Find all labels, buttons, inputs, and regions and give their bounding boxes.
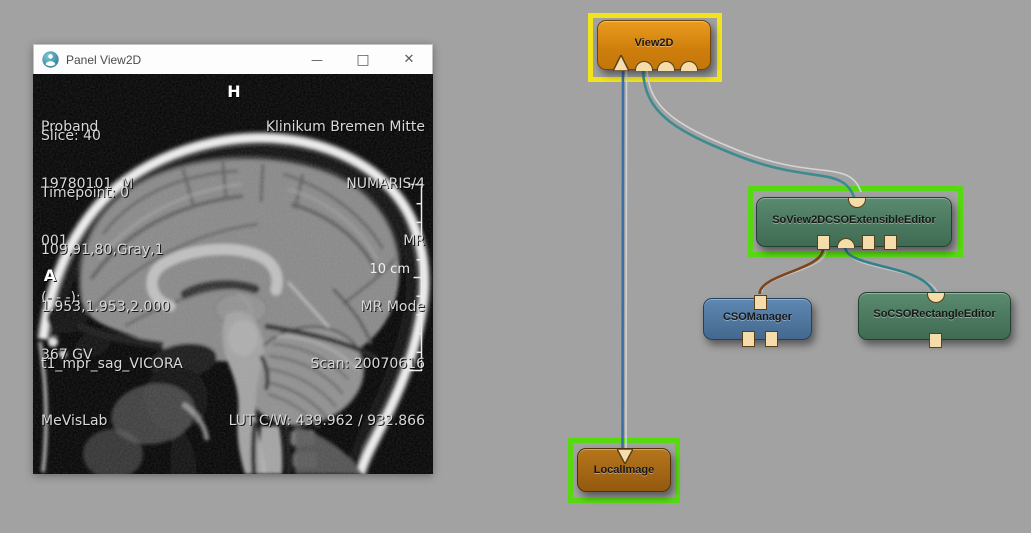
window-title: Panel View2D bbox=[66, 53, 141, 67]
overlay-line: Klinikum Bremen Mitte bbox=[266, 118, 425, 137]
maximize-icon[interactable]: □ bbox=[340, 45, 386, 74]
connection-highlight bbox=[848, 251, 939, 298]
overlay-line: MeVisLab bbox=[41, 412, 183, 431]
connector-triangle-output-image[interactable] bbox=[617, 449, 633, 464]
connection-view2d-localimage[interactable] bbox=[623, 70, 624, 452]
connector-square-input[interactable] bbox=[862, 235, 875, 250]
minimize-icon[interactable]: — bbox=[294, 45, 340, 74]
connector-square-input[interactable] bbox=[742, 331, 755, 347]
overlay-line: MR bbox=[266, 232, 425, 251]
connector-dome-output-top[interactable] bbox=[927, 293, 945, 303]
mevislab-logo-icon bbox=[42, 51, 59, 68]
overlay-line: NUMARIS/4 bbox=[266, 175, 425, 194]
view2d-viewport[interactable]: 10 cm Proband 19780101 M 001 (- - -): 36… bbox=[33, 74, 433, 474]
connector-triangle-input-image[interactable] bbox=[613, 55, 629, 71]
node-label: SoCSORectangleEditor bbox=[873, 308, 995, 320]
node-csomanager[interactable]: CSOManager bbox=[703, 298, 812, 340]
overlay-line: Slice: 40 bbox=[41, 127, 183, 146]
overlay-line: Timepoint: 0 bbox=[41, 184, 183, 203]
connector-square-output-top[interactable] bbox=[754, 295, 767, 310]
connector-square-input[interactable] bbox=[929, 333, 942, 348]
overlay-line: 1.953,1.953,2.000 bbox=[41, 298, 183, 317]
connector-dome-input[interactable] bbox=[635, 61, 653, 71]
connector-square-input[interactable] bbox=[765, 331, 778, 347]
connection-highlight bbox=[626, 71, 627, 450]
overlay-line: MR Mode bbox=[229, 298, 425, 317]
overlay-line: t1_mpr_sag_VICORA bbox=[41, 355, 183, 374]
connector-dome-output-top[interactable] bbox=[848, 198, 866, 208]
node-label: CSOManager bbox=[723, 311, 792, 323]
overlay-scan-info: MR Mode Scan: 20070616 LUT C/W: 439.962 … bbox=[229, 260, 425, 469]
node-label: LocalImage bbox=[594, 464, 655, 476]
node-soview2dcsoextensibleeditor[interactable]: SoView2DCSOExtensibleEditor bbox=[756, 197, 952, 247]
window-titlebar[interactable]: Panel View2D — □ ✕ bbox=[33, 44, 433, 74]
close-icon[interactable]: ✕ bbox=[386, 45, 432, 74]
node-view2d[interactable]: View2D bbox=[597, 20, 711, 70]
connector-square-input[interactable] bbox=[817, 235, 830, 250]
connector-dome-input[interactable] bbox=[837, 238, 855, 248]
desktop: Panel View2D — □ ✕ bbox=[0, 0, 1031, 533]
node-label: SoView2DCSOExtensibleEditor bbox=[772, 214, 936, 226]
orientation-label-head: H bbox=[219, 82, 249, 101]
overlay-site-info: Klinikum Bremen Mitte NUMARIS/4 MR bbox=[266, 80, 425, 289]
node-socsorectangleeditor[interactable]: SoCSORectangleEditor bbox=[858, 292, 1011, 340]
orientation-label-anterior: A bbox=[35, 266, 65, 285]
node-label: View2D bbox=[635, 37, 674, 49]
connection-view2d-soview2dcsoextensibleeditor[interactable] bbox=[643, 71, 856, 203]
overlay-line: Scan: 20070616 bbox=[229, 355, 425, 374]
panel-view2d-window: Panel View2D — □ ✕ bbox=[33, 44, 433, 474]
overlay-line: LUT C/W: 439.962 / 932.866 bbox=[229, 412, 425, 431]
connection-highlight bbox=[647, 70, 861, 192]
connection-highlight bbox=[762, 251, 826, 292]
connector-dome-input[interactable] bbox=[657, 61, 675, 71]
connector-dome-input[interactable] bbox=[680, 61, 698, 71]
overlay-line: 109,91,80,Gray,1 bbox=[41, 241, 183, 260]
node-localimage[interactable]: LocalImage bbox=[577, 448, 671, 492]
connector-square-input[interactable] bbox=[884, 235, 897, 250]
